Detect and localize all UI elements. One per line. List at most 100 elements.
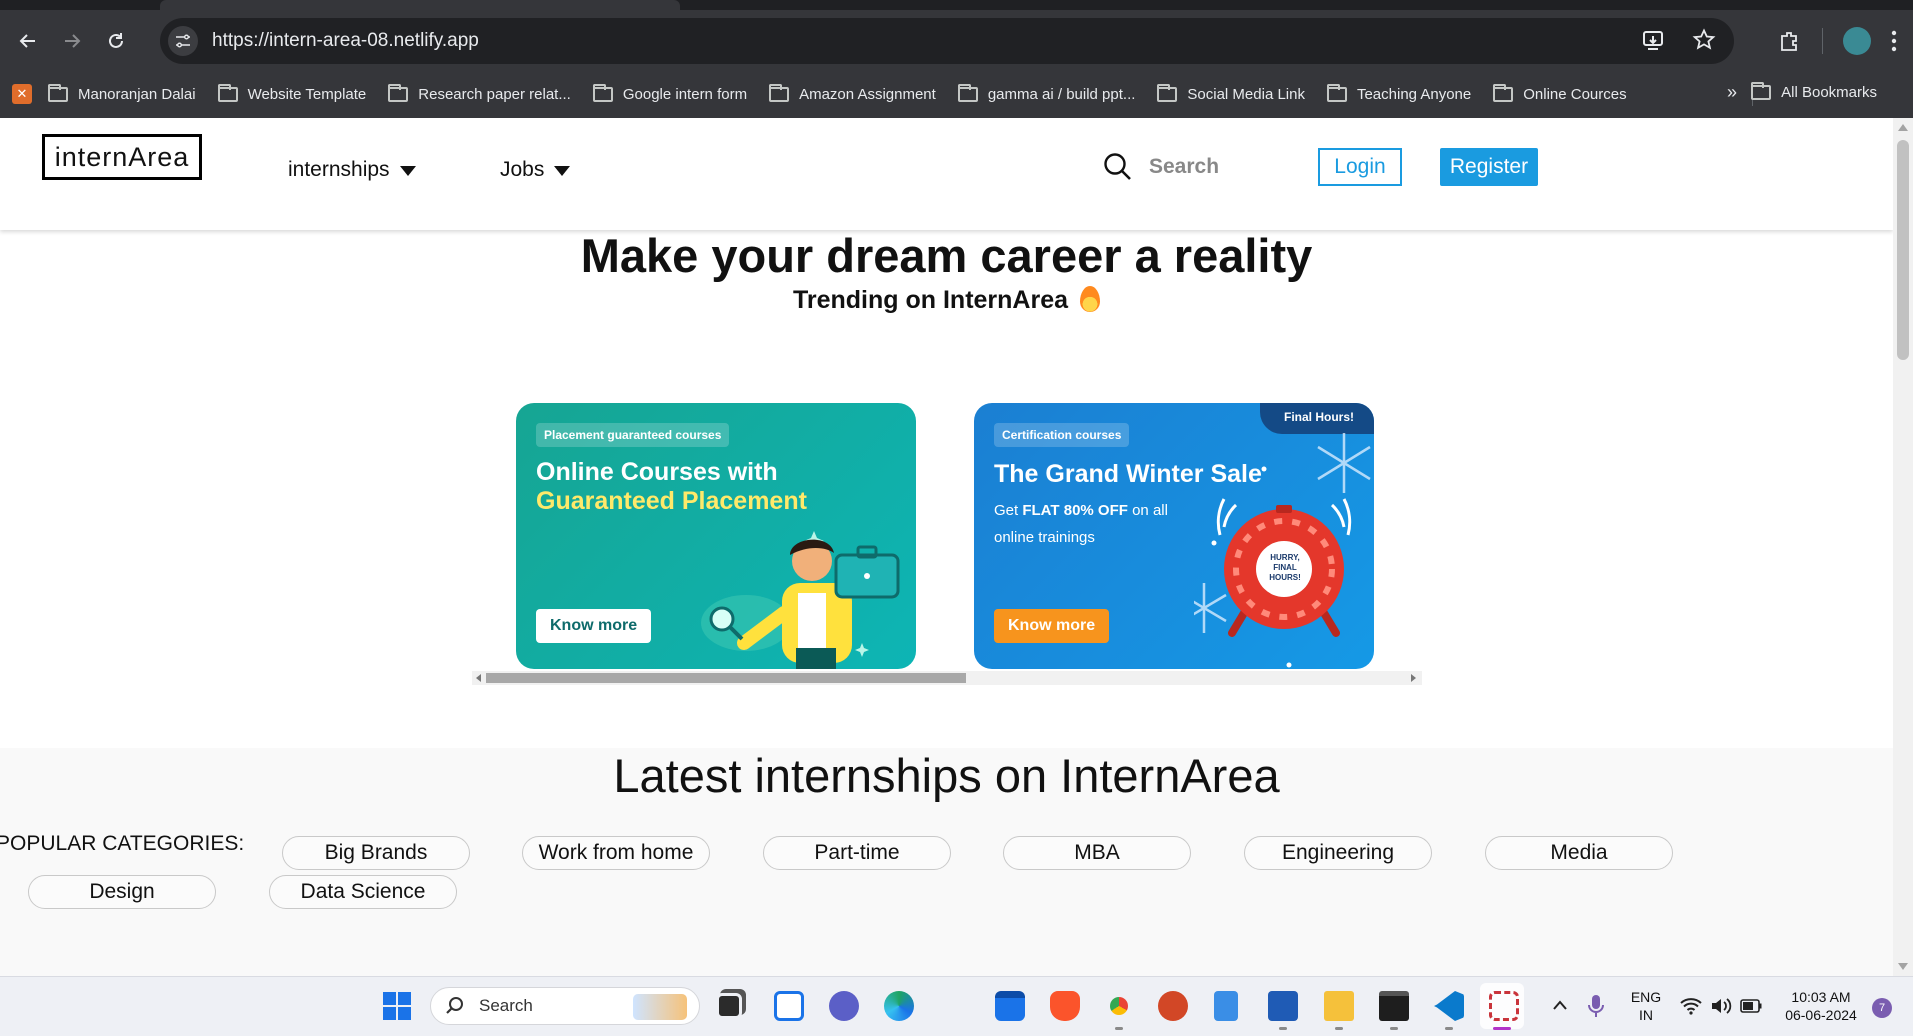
windows-start-icon[interactable] <box>382 991 412 1021</box>
page-scrollbar[interactable] <box>1893 118 1913 976</box>
bookmark-folder[interactable]: Research paper relat... <box>388 83 571 103</box>
internships-label: internships <box>288 158 390 181</box>
language-indicator[interactable]: ENG IN <box>1626 988 1666 1024</box>
know-more-button[interactable]: Know more <box>536 609 652 643</box>
calendar-app-icon[interactable] <box>995 991 1025 1021</box>
teams-chat-icon[interactable] <box>829 991 859 1021</box>
page-viewport: internArea internships Jobs Search Login… <box>0 118 1893 976</box>
scroll-down-arrow-icon[interactable] <box>1898 963 1908 970</box>
clock-time: 10:03 AM <box>1791 989 1851 1005</box>
bookmark-label: Manoranjan Dalai <box>78 85 196 103</box>
scroll-left-arrow-icon[interactable] <box>476 674 481 682</box>
taskbar-search[interactable]: Search <box>430 987 700 1025</box>
tab-strip <box>0 0 1913 10</box>
forward-button[interactable] <box>50 19 94 63</box>
search-icon <box>446 997 463 1014</box>
snipping-tool-icon[interactable] <box>1489 991 1519 1021</box>
scrollbar-thumb[interactable] <box>486 673 966 683</box>
scroll-right-arrow-icon[interactable] <box>1411 674 1416 682</box>
category-pill[interactable]: Engineering <box>1244 836 1432 870</box>
task-view-icon[interactable] <box>716 993 742 1019</box>
winter-sale-card[interactable]: Final Hours! Certification courses The G… <box>974 403 1374 669</box>
brave-browser-icon[interactable] <box>1050 991 1080 1021</box>
category-pill[interactable]: Big Brands <box>282 836 470 870</box>
battery-icon[interactable] <box>1740 999 1762 1013</box>
running-indicator <box>1335 1027 1343 1030</box>
site-logo[interactable]: internArea <box>42 134 202 180</box>
trending-carousel[interactable]: Placement guaranteed courses Online Cour… <box>472 403 1422 805</box>
bookmark-label: Social Media Link <box>1187 85 1305 103</box>
extensions-icon[interactable] <box>1778 29 1802 53</box>
volume-icon[interactable] <box>1710 997 1732 1015</box>
arrow-left-icon <box>19 34 35 48</box>
category-pill[interactable]: Data Science <box>269 875 457 909</box>
trending-label: Trending on InternArea <box>792 286 1069 314</box>
taskbar-search-label: Search <box>479 996 533 1015</box>
widgets-icon[interactable] <box>774 991 804 1021</box>
back-button[interactable] <box>6 19 50 63</box>
edge-browser-icon[interactable] <box>884 991 914 1021</box>
scroll-up-arrow-icon[interactable] <box>1898 124 1908 131</box>
wifi-icon[interactable] <box>1680 997 1702 1015</box>
more-bookmarks-button[interactable]: » <box>1727 82 1737 103</box>
tab-active[interactable] <box>160 0 680 10</box>
terminal-icon[interactable] <box>1379 991 1409 1021</box>
notepad-icon[interactable] <box>1214 991 1238 1021</box>
profile-avatar[interactable] <box>1843 27 1871 55</box>
vscode-icon[interactable] <box>1434 991 1464 1021</box>
xampp-app-icon[interactable]: ✕ <box>12 84 32 104</box>
category-pill[interactable]: Work from home <box>522 836 710 870</box>
notification-badge[interactable]: 7 <box>1872 998 1892 1018</box>
install-app-icon[interactable] <box>1642 28 1666 52</box>
card-title: Online Courses with <box>536 458 778 486</box>
bookmark-folder[interactable]: Google intern form <box>592 83 747 103</box>
bookmark-folder[interactable]: Online Cources <box>1493 83 1627 103</box>
scrollbar-thumb[interactable] <box>1897 140 1909 360</box>
bookmark-folder[interactable]: Social Media Link <box>1157 83 1305 103</box>
site-info-button[interactable] <box>168 26 198 56</box>
clock[interactable]: 10:03 AM 06-06-2024 <box>1778 988 1864 1024</box>
login-button[interactable]: Login <box>1318 148 1402 186</box>
hero-subtitle: Trending on InternArea <box>0 286 1893 315</box>
final-hours-ribbon: Final Hours! <box>1259 403 1374 434</box>
folder-icon <box>48 83 68 102</box>
reload-button[interactable] <box>94 19 138 63</box>
hero-title: Make your dream career a reality <box>580 229 1313 282</box>
menu-dots-icon[interactable] <box>1891 30 1897 52</box>
placement-course-card[interactable]: Placement guaranteed courses Online Cour… <box>516 403 916 669</box>
bookmark-folder[interactable]: Amazon Assignment <box>769 83 936 103</box>
powerpoint-icon[interactable] <box>1158 991 1188 1021</box>
folder-icon <box>1493 83 1514 102</box>
word-icon[interactable] <box>1268 991 1298 1021</box>
chevron-up-icon[interactable] <box>1552 999 1568 1011</box>
microphone-icon[interactable] <box>1588 994 1604 1018</box>
register-button[interactable]: Register <box>1440 148 1538 186</box>
browser-toolbar: https://intern-area-08.netlify.app <box>0 10 1913 72</box>
latest-title: Latest internships on InternArea <box>613 749 1280 802</box>
student-illustration <box>701 531 900 669</box>
bookmark-star-icon[interactable] <box>1692 28 1716 52</box>
category-pill[interactable]: Part-time <box>763 836 951 870</box>
site-search[interactable]: Search <box>1103 152 1219 182</box>
clock-date: 06-06-2024 <box>1785 1007 1857 1023</box>
carousel-scrollbar[interactable] <box>472 671 1422 685</box>
all-bookmarks-button[interactable]: All Bookmarks <box>1751 82 1877 101</box>
bookmark-folder[interactable]: Manoranjan Dalai <box>48 83 196 103</box>
toolbar-right <box>1778 18 1913 64</box>
chrome-browser-icon[interactable] <box>1104 991 1134 1021</box>
bookmark-folder[interactable]: gamma ai / build ppt... <box>957 83 1135 103</box>
omnibox-actions <box>1642 28 1716 52</box>
category-pill[interactable]: Media <box>1485 836 1673 870</box>
internships-dropdown[interactable]: internships <box>288 158 416 182</box>
category-pill[interactable]: Design <box>28 875 216 909</box>
bookmark-folder[interactable]: Website Template <box>217 83 366 103</box>
search-icon <box>1104 153 1131 180</box>
active-indicator <box>1493 1027 1511 1030</box>
category-pill[interactable]: MBA <box>1003 836 1191 870</box>
address-bar[interactable]: https://intern-area-08.netlify.app <box>160 18 1734 64</box>
folder-icon <box>388 83 409 102</box>
bookmark-folder[interactable]: Teaching Anyone <box>1326 83 1471 103</box>
know-more-button[interactable]: Know more <box>994 609 1110 643</box>
jobs-dropdown[interactable]: Jobs <box>500 158 571 182</box>
file-explorer-icon[interactable] <box>1324 991 1354 1021</box>
